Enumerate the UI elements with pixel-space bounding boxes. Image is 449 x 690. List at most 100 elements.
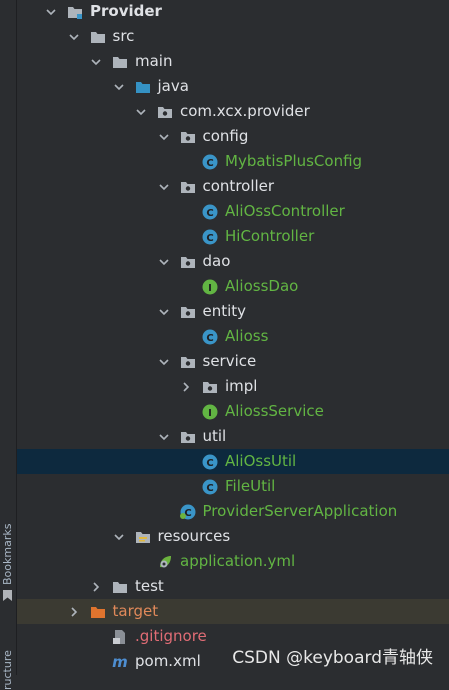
chevron-down-icon[interactable] [91,57,101,67]
svg-text:C: C [206,333,213,344]
tree-node-impl[interactable]: impl [17,374,449,399]
package-icon [180,132,195,143]
tree-node-aliossutil[interactable]: C AliOssUtil [17,449,449,474]
bookmark-icon [3,590,12,601]
tree-node-label: test [135,577,164,595]
module-folder-icon [68,7,82,19]
svg-text:m: m [112,654,128,670]
tree-node-label: main [135,52,173,70]
chevron-right-icon[interactable] [91,582,101,592]
tree-node-label: pom.xml [135,652,201,670]
class-icon: C [202,479,218,495]
tree-node-label: Provider [90,2,162,20]
gitignore-file-icon [113,630,125,644]
tree-node-mybatisplusconfig[interactable]: C MybatisPlusConfig [17,149,449,174]
tree-node-provider[interactable]: Provider [17,0,449,24]
tool-window-strip: Bookmarks ructure [0,0,17,690]
class-icon: C [202,454,218,470]
chevron-down-icon[interactable] [136,107,146,117]
tree-node-label: FileUtil [225,477,276,495]
tree-node-label: AliOssUtil [225,452,297,470]
tree-node-service[interactable]: service [17,349,449,374]
tree-node-label: application.yml [180,552,296,570]
package-icon [180,307,195,318]
tree-node-label: HiController [225,227,315,245]
tree-node-java[interactable]: java [17,74,449,99]
excluded-folder-icon [90,607,105,618]
tree-node-label: config [202,127,249,145]
class-icon: C [202,204,218,220]
tree-node-label: util [202,427,227,445]
watermark: CSDN @keyboard青轴侠 [232,648,433,668]
tree-node-label: .gitignore [135,627,207,645]
tree-node-label: java [157,77,189,95]
svg-text:C: C [206,208,213,219]
tree-node-label: service [202,352,257,370]
tree-node-label: AliossDao [225,277,299,295]
structure-tab[interactable]: ructure [1,630,14,690]
chevron-down-icon[interactable] [158,257,169,267]
chevron-down-icon[interactable] [158,182,169,192]
chevron-down-icon[interactable] [158,307,169,317]
tree-node-hicontroller[interactable]: C HiController [17,224,449,249]
tree-node-controller[interactable]: controller [17,174,449,199]
tree-node-alioss[interactable]: C Alioss [17,324,449,349]
class-icon: C [202,229,218,245]
chevron-right-icon[interactable] [181,382,191,392]
resources-folder-icon [135,532,150,543]
interface-icon: I [202,279,218,295]
chevron-right-icon[interactable] [69,607,79,617]
tree-node-aliossservice[interactable]: I AliossService [17,399,449,424]
tree-node-application-yml[interactable]: application.yml [17,549,449,574]
svg-text:I: I [208,408,212,419]
tree-node-label: impl [225,377,258,395]
package-icon [158,107,172,118]
chevron-down-icon[interactable] [68,32,79,42]
chevron-down-icon[interactable] [158,357,169,367]
tree-node-util[interactable]: util [17,424,449,449]
chevron-down-icon[interactable] [158,132,169,142]
chevron-down-icon[interactable] [113,82,124,92]
tree-node-target[interactable]: target [17,599,449,624]
tree-node-fileutil[interactable]: C FileUtil [17,474,449,499]
tree-node-main[interactable]: main [17,49,449,74]
tree-node-label: src [112,27,135,45]
tree-node-entity[interactable]: entity [17,299,449,324]
chevron-down-icon[interactable] [113,532,124,542]
chevron-down-icon[interactable] [158,432,169,442]
tree-node-label: Alioss [225,327,269,345]
tree-node-label: controller [202,177,275,195]
svg-text:C: C [206,458,213,469]
tree-node-aliossdao[interactable]: I AliossDao [17,274,449,299]
package-icon [180,432,195,443]
spring-yml-icon [160,556,171,568]
tree-node-dao[interactable]: dao [17,249,449,274]
tree-node-label: MybatisPlusConfig [225,152,363,170]
svg-text:C: C [206,158,213,169]
svg-text:I: I [208,283,212,294]
svg-text:C: C [206,483,213,494]
tree-node-providerserverapplication[interactable]: C ProviderServerApplication [17,499,449,524]
tree-node-config[interactable]: config [17,124,449,149]
package-icon [203,382,217,393]
interface-icon: I [202,404,218,420]
tree-node-com-xcx-provider[interactable]: com.xcx.provider [17,99,449,124]
svg-text:C: C [206,233,213,244]
tree-node-label: com.xcx.provider [180,102,310,120]
class-icon: C [202,154,218,170]
tree-node-test[interactable]: test [17,574,449,599]
tree-node-aliosscontroller[interactable]: C AliOssController [17,199,449,224]
tree-node-src[interactable]: src [17,24,449,49]
folder-icon [113,57,127,68]
folder-icon [113,582,127,593]
tree-node-label: ProviderServerApplication [202,502,398,520]
package-icon [180,257,195,268]
tree-node-resources[interactable]: resources [17,524,449,549]
maven-icon: m [112,654,128,670]
source-folder-icon [135,82,150,93]
tree-node-label: AliossService [225,402,324,420]
tree-node-label: entity [202,302,247,320]
bookmarks-tab[interactable]: Bookmarks [1,515,14,585]
tree-node-label: resources [157,527,231,545]
chevron-down-icon[interactable] [46,7,56,17]
